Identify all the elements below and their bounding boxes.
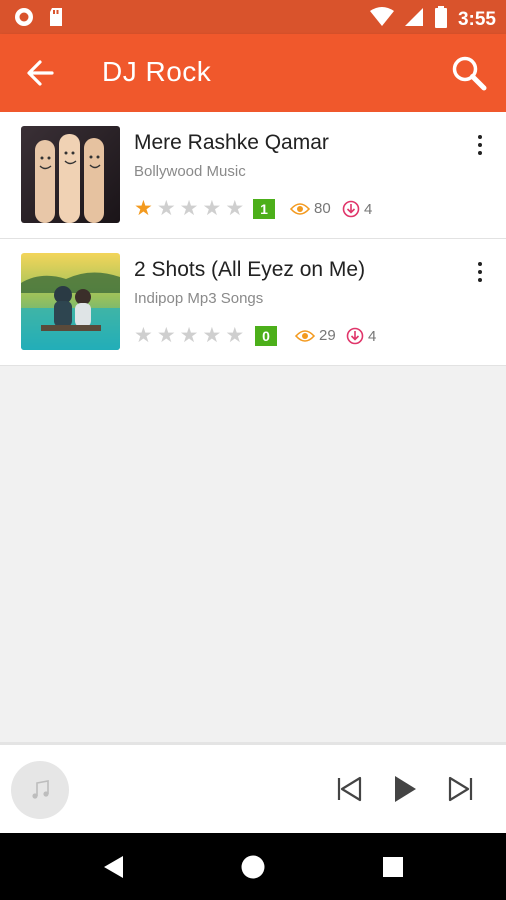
views-count: 80 bbox=[290, 200, 331, 217]
song-row[interactable]: Mere Rashke Qamar Bollywood Music ★ ★ ★ … bbox=[0, 112, 506, 239]
next-button[interactable] bbox=[443, 771, 479, 807]
eye-icon bbox=[295, 329, 315, 342]
star-icon: ★ bbox=[134, 197, 153, 220]
star-icon: ★ bbox=[179, 197, 199, 220]
download-icon bbox=[346, 327, 364, 345]
song-category: Indipop Mp3 Songs bbox=[134, 290, 264, 307]
page-title: DJ Rock bbox=[102, 56, 212, 87]
system-nav-bar bbox=[0, 833, 506, 900]
album-art-button[interactable] bbox=[11, 761, 69, 819]
song-title: 2 Shots (All Eyez on Me) bbox=[134, 258, 366, 281]
record-icon bbox=[14, 7, 34, 32]
star-icon: ★ bbox=[156, 197, 176, 220]
music-note-icon bbox=[32, 780, 49, 799]
play-icon bbox=[395, 776, 416, 802]
star-icon: ★ bbox=[202, 197, 222, 220]
status-time: 3:55 bbox=[457, 9, 496, 30]
views-value: 80 bbox=[314, 200, 331, 217]
more-options-button[interactable] bbox=[468, 257, 492, 287]
previous-button[interactable] bbox=[331, 771, 367, 807]
rating-stars: ★ ★ ★ ★ ★ bbox=[134, 325, 244, 347]
star-icon: ★ bbox=[134, 324, 153, 347]
star-icon: ★ bbox=[225, 197, 245, 220]
app-bar: DJ Rock bbox=[0, 34, 506, 112]
star-icon: ★ bbox=[179, 324, 199, 347]
nav-back-button[interactable] bbox=[97, 851, 129, 883]
search-button[interactable] bbox=[448, 52, 490, 94]
star-icon: ★ bbox=[156, 324, 176, 347]
eye-icon bbox=[290, 202, 310, 215]
play-button[interactable] bbox=[386, 771, 422, 807]
rating-badge: 0 bbox=[255, 326, 277, 346]
skip-previous-icon bbox=[337, 776, 362, 802]
downloads-value: 4 bbox=[364, 200, 373, 218]
battery-icon bbox=[434, 6, 448, 34]
song-category: Bollywood Music bbox=[134, 163, 246, 180]
downloads-count: 4 bbox=[342, 200, 372, 218]
wifi-icon bbox=[369, 7, 394, 33]
downloads-count: 4 bbox=[346, 327, 376, 345]
signal-icon bbox=[404, 7, 424, 33]
downloads-value: 4 bbox=[368, 327, 377, 345]
star-icon: ★ bbox=[225, 324, 245, 347]
back-arrow-icon bbox=[27, 60, 54, 86]
nav-back-icon bbox=[104, 856, 123, 878]
skip-next-icon bbox=[448, 776, 473, 802]
views-count: 29 bbox=[295, 327, 336, 344]
nav-home-button[interactable] bbox=[237, 851, 269, 883]
more-options-button[interactable] bbox=[468, 130, 492, 160]
views-value: 29 bbox=[319, 327, 336, 344]
nav-home-icon bbox=[241, 855, 265, 879]
song-thumbnail bbox=[21, 126, 120, 223]
search-icon bbox=[452, 56, 487, 91]
song-title: Mere Rashke Qamar bbox=[134, 131, 329, 154]
song-thumbnail bbox=[21, 253, 120, 350]
star-icon: ★ bbox=[202, 324, 222, 347]
download-icon bbox=[342, 200, 360, 218]
back-button[interactable] bbox=[20, 53, 60, 93]
song-row[interactable]: 2 Shots (All Eyez on Me) Indipop Mp3 Son… bbox=[0, 239, 506, 366]
song-list: Mere Rashke Qamar Bollywood Music ★ ★ ★ … bbox=[0, 112, 506, 366]
rating-badge: 1 bbox=[253, 199, 275, 219]
nav-recents-button[interactable] bbox=[377, 851, 409, 883]
rating-stars: ★ ★ ★ ★ ★ bbox=[134, 198, 244, 220]
status-bar: 3:55 bbox=[0, 0, 506, 34]
nav-recents-icon bbox=[383, 857, 403, 877]
mini-player bbox=[0, 742, 506, 836]
sd-card-icon bbox=[48, 7, 64, 32]
